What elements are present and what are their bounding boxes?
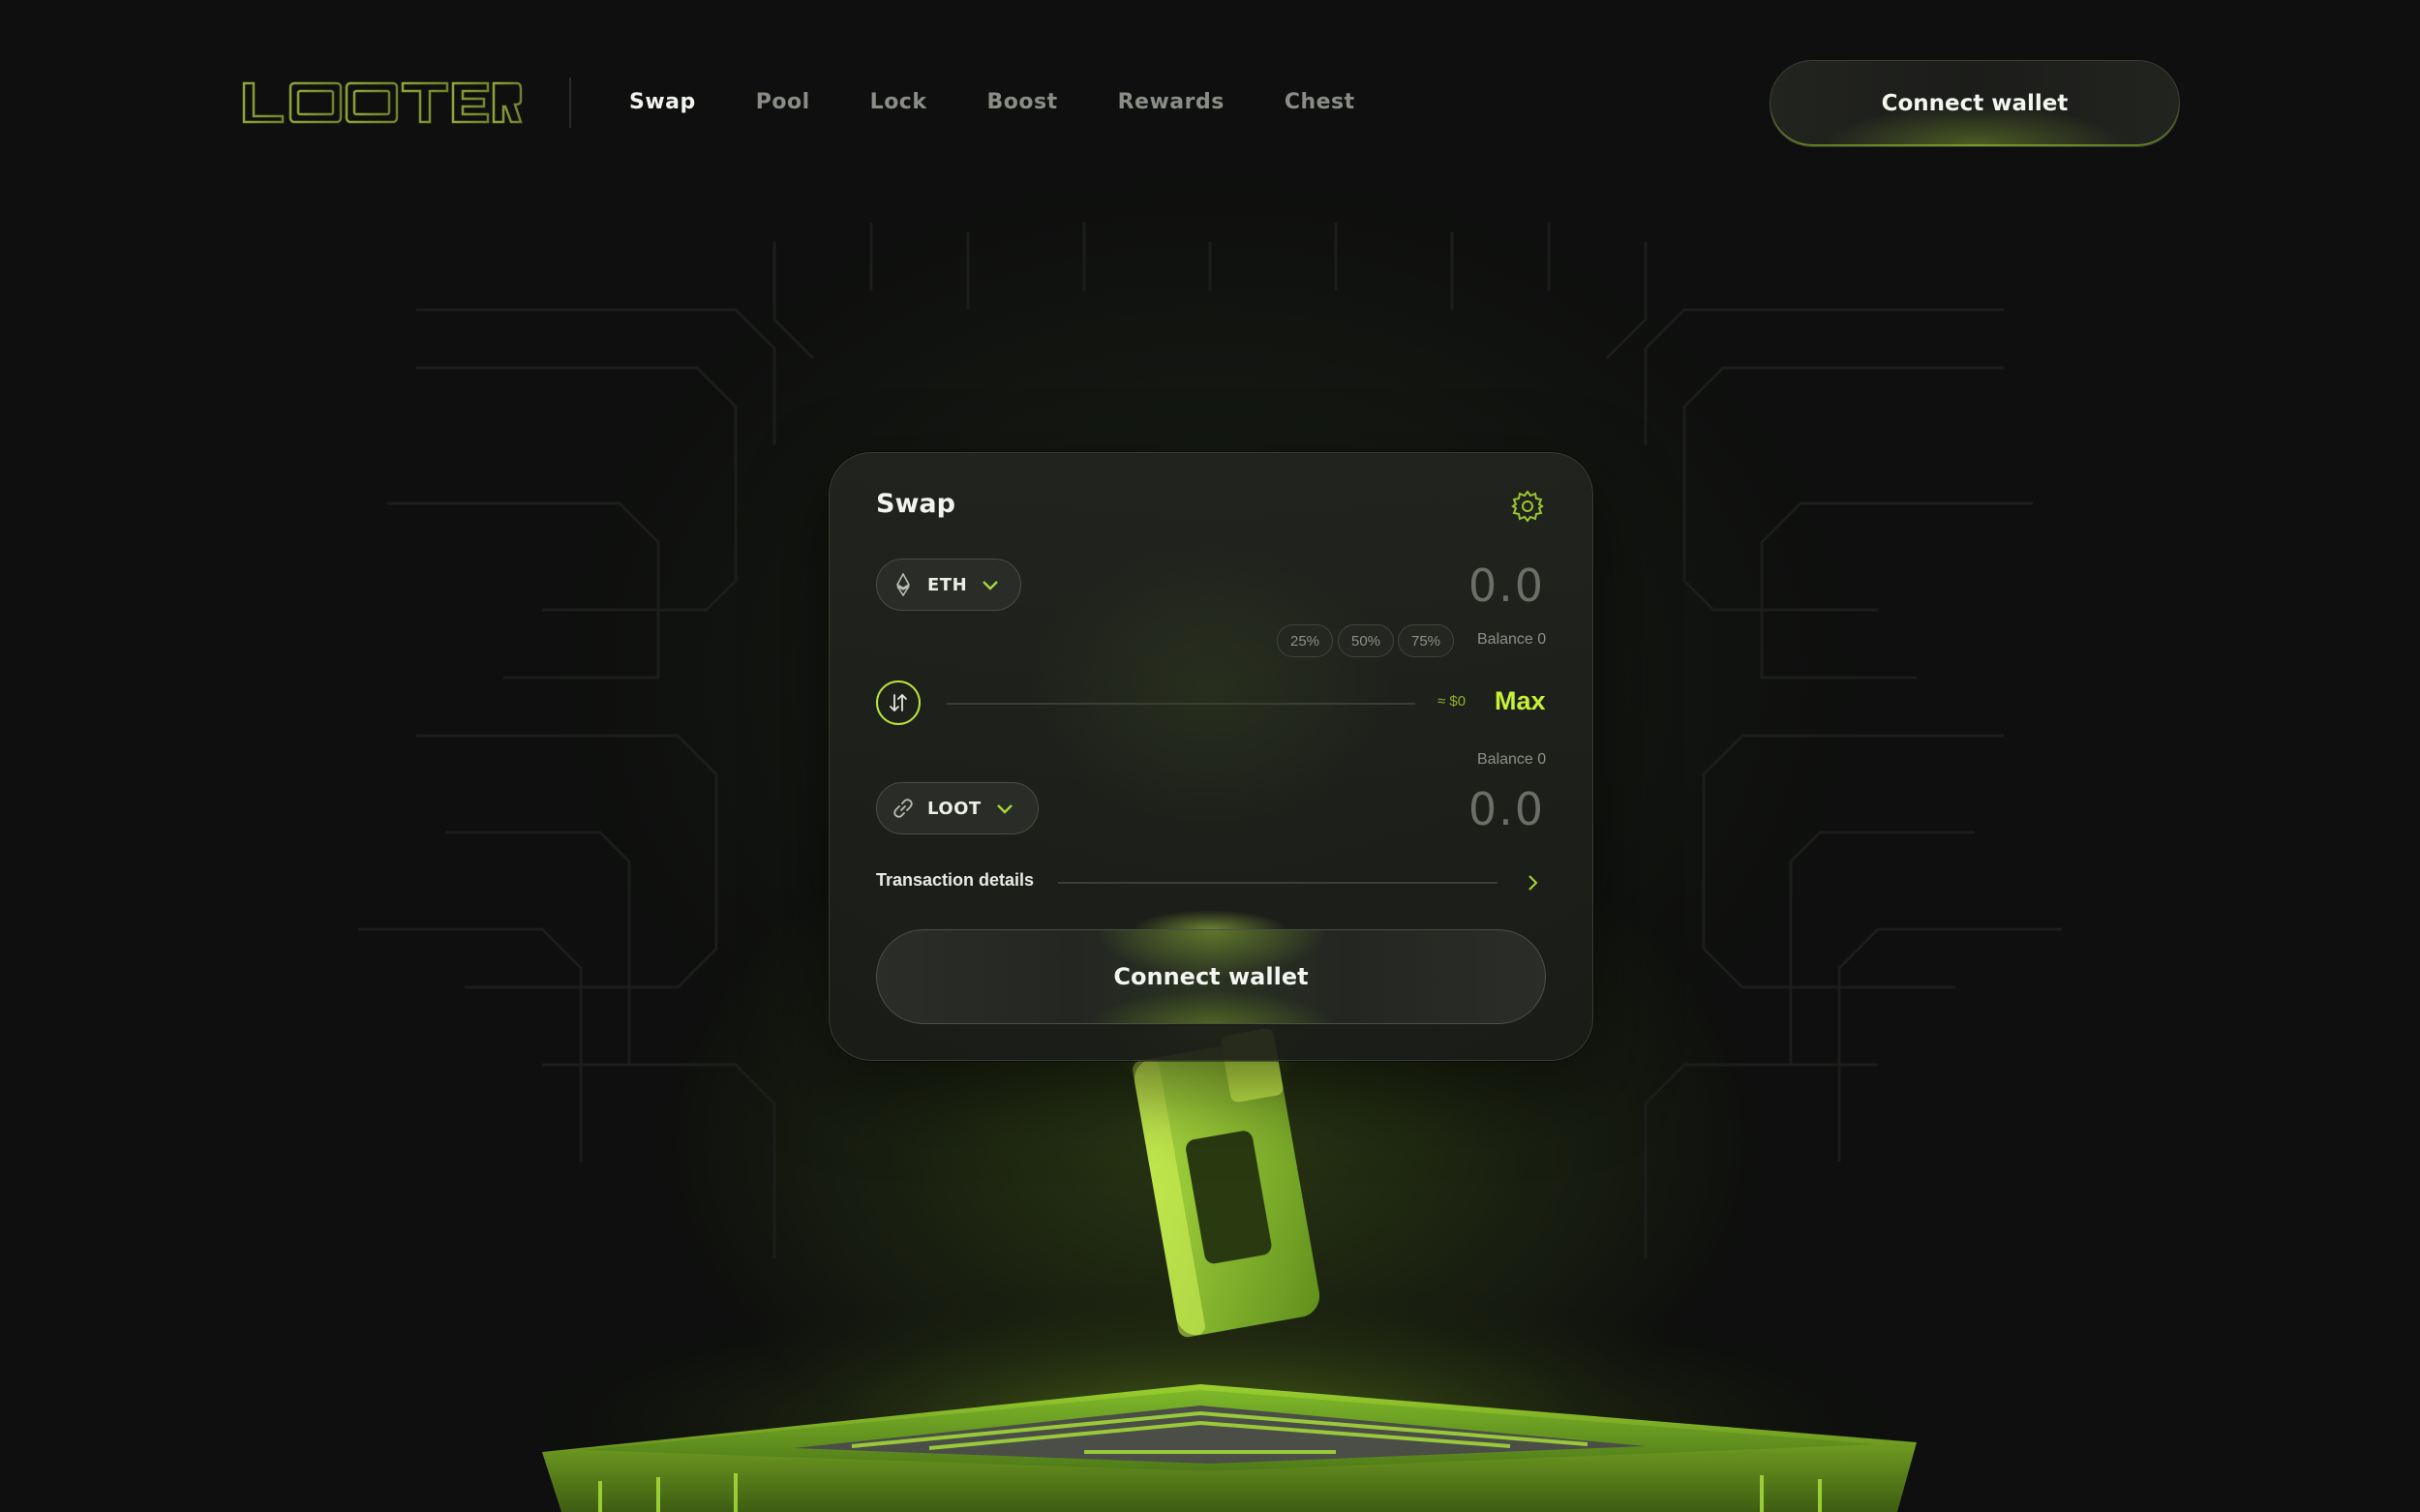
percent-75-button[interactable]: 75% bbox=[1398, 624, 1454, 657]
link-icon bbox=[892, 796, 914, 821]
from-token-label: ETH bbox=[927, 574, 968, 595]
connect-wallet-button[interactable]: Connect wallet bbox=[876, 929, 1546, 1024]
from-balance: Balance 0 bbox=[1477, 631, 1547, 648]
usd-estimate: ≈ $0 bbox=[1437, 693, 1467, 710]
flip-tokens-button[interactable] bbox=[876, 680, 921, 725]
transaction-details-line bbox=[1058, 882, 1497, 884]
percent-25-button[interactable]: 25% bbox=[1277, 624, 1333, 657]
chevron-down-icon bbox=[983, 581, 998, 590]
swap-divider-line bbox=[947, 703, 1415, 705]
transaction-details-toggle[interactable]: Transaction details bbox=[876, 870, 1034, 891]
from-token-select[interactable]: ETH bbox=[876, 559, 1021, 611]
chevron-down-icon bbox=[996, 804, 1013, 814]
percent-50-button[interactable]: 50% bbox=[1338, 624, 1394, 657]
swap-title: Swap bbox=[876, 489, 955, 519]
to-token-select[interactable]: LOOT bbox=[876, 782, 1039, 834]
max-button[interactable]: Max bbox=[1495, 686, 1546, 716]
gear-icon[interactable] bbox=[1511, 490, 1544, 523]
to-token-label: LOOT bbox=[927, 798, 982, 819]
from-amount-input[interactable]: 0.0 bbox=[1355, 559, 1545, 612]
ethereum-icon bbox=[892, 572, 914, 597]
to-amount-input[interactable]: 0.0 bbox=[1355, 783, 1545, 835]
chevron-right-icon[interactable] bbox=[1526, 872, 1539, 893]
to-balance: Balance 0 bbox=[1477, 751, 1547, 768]
swap-arrows-icon bbox=[890, 693, 907, 712]
card-glow bbox=[1026, 542, 1394, 832]
